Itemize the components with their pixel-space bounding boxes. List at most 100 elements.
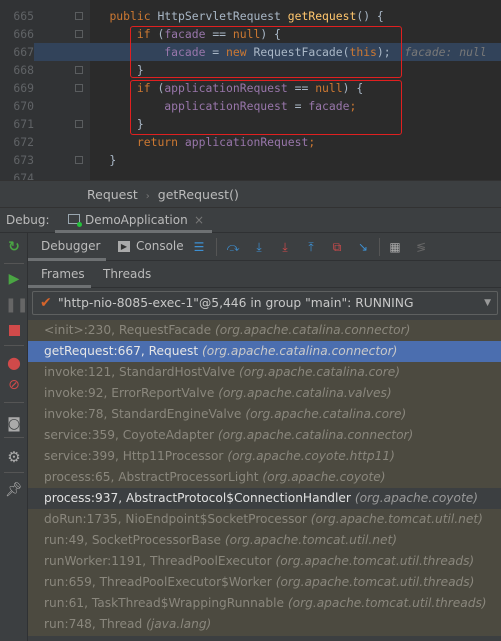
code-line[interactable]: 672 return applicationRequest;: [0, 133, 501, 151]
debug-sidebar: ↻ ▶ ❚❚ ● ⊘ ◙ ⚙ 📌︎: [0, 233, 28, 641]
line-number[interactable]: 674: [0, 169, 34, 180]
chevron-down-icon[interactable]: ▼: [484, 292, 491, 314]
tab-demo-application[interactable]: DemoApplication ×: [55, 208, 212, 233]
line-number[interactable]: 673: [0, 151, 34, 169]
settings-icon[interactable]: ⚙: [5, 448, 23, 466]
layout-icon[interactable]: ☰: [192, 240, 206, 254]
mute-breakpoints-icon[interactable]: ⊘: [5, 376, 23, 394]
tab-frames[interactable]: Frames: [28, 261, 91, 288]
frame-package: (org.apache.catalina.connector): [202, 344, 398, 358]
debug-toolbar: Debugger ▶ Console ☰ ⤼ ⤓ ⤓ ⤒ ⧉ ↘ ▦ ≶: [28, 233, 501, 261]
breadcrumb-class[interactable]: Request: [87, 187, 138, 202]
trace-icon[interactable]: ≶: [414, 240, 428, 254]
stop-icon[interactable]: [5, 322, 23, 340]
frames-list[interactable]: <init>:230, RequestFacade (org.apache.ca…: [28, 320, 501, 636]
evaluate-expression-icon[interactable]: ▦: [388, 240, 402, 254]
code-token: public: [109, 9, 158, 23]
resume-icon[interactable]: ▶: [5, 270, 23, 288]
frame-method: invoke:92, ErrorReportValve: [44, 386, 215, 400]
line-number[interactable]: 669: [0, 79, 34, 97]
line-number[interactable]: 666: [0, 25, 34, 43]
frame-package: (org.apache.coyote): [262, 470, 386, 484]
frame-method: run:659, ThreadPoolExecutor$Worker: [44, 575, 272, 589]
frame-package: (org.apache.catalina.core): [239, 365, 401, 379]
code-line[interactable]: 673 }: [0, 151, 501, 169]
tab-debugger[interactable]: Debugger: [28, 233, 106, 261]
tab-threads[interactable]: Threads: [103, 261, 151, 288]
drop-frame-icon[interactable]: ⧉: [330, 240, 344, 254]
frame-item[interactable]: run:61, TaskThread$WrappingRunnable (org…: [28, 593, 501, 614]
frame-package: (org.apache.tomcat.util.threads): [275, 575, 475, 589]
code-text: return applicationRequest;: [82, 133, 315, 151]
rerun-icon[interactable]: ↻: [5, 238, 23, 256]
highlight-box: [130, 80, 402, 135]
frame-item[interactable]: process:937, AbstractProtocol$Connection…: [28, 488, 501, 509]
pause-icon[interactable]: ❚❚: [5, 296, 28, 314]
view-breakpoints-icon[interactable]: ●: [5, 354, 23, 372]
frame-item[interactable]: service:399, Http11Processor (org.apache…: [28, 446, 501, 467]
line-number[interactable]: 665: [0, 7, 34, 25]
step-over-icon[interactable]: ⤼: [226, 240, 240, 254]
code-line[interactable]: 665 public HttpServletRequest getRequest…: [0, 7, 501, 25]
step-into-icon[interactable]: ⤓: [252, 240, 266, 254]
frame-item[interactable]: run:49, SocketProcessorBase (org.apache.…: [28, 530, 501, 551]
frame-item[interactable]: runWorker:1191, ThreadPoolExecutor (org.…: [28, 551, 501, 572]
frame-package: (org.apache.tomcat.util.net): [310, 512, 483, 526]
frame-item[interactable]: getRequest:667, Request (org.apache.cata…: [28, 341, 501, 362]
frame-package: (java.lang): [146, 617, 212, 631]
frame-item[interactable]: doRun:1735, NioEndpoint$SocketProcessor …: [28, 509, 501, 530]
code-token: return: [136, 135, 185, 149]
debug-header: Debug: DemoApplication ×: [0, 207, 501, 233]
thread-selector[interactable]: ✔ "http-nio-8085-exec-1"@5,446 in group …: [32, 291, 498, 315]
line-number[interactable]: 668: [0, 61, 34, 79]
line-number[interactable]: 670: [0, 97, 34, 115]
tab-console[interactable]: ▶ Console: [118, 233, 184, 261]
run-to-cursor-icon[interactable]: ↘: [356, 240, 370, 254]
frame-package: (org.apache.coyote): [354, 491, 478, 505]
line-number[interactable]: 671: [0, 115, 34, 133]
code-editor[interactable]: 665 public HttpServletRequest getRequest…: [0, 0, 501, 180]
frame-method: process:65, AbstractProcessorLight: [44, 470, 259, 484]
frame-method: run:748, Thread: [44, 617, 143, 631]
frame-item[interactable]: invoke:121, StandardHostValve (org.apach…: [28, 362, 501, 383]
frame-item[interactable]: run:659, ThreadPoolExecutor$Worker (org.…: [28, 572, 501, 593]
line-number[interactable]: 672: [0, 133, 34, 151]
line-number[interactable]: 667: [0, 43, 34, 61]
force-step-into-icon[interactable]: ⤓: [278, 240, 292, 254]
console-icon: ▶: [118, 241, 130, 252]
frame-item[interactable]: process:65, AbstractProcessorLight (org.…: [28, 467, 501, 488]
code-text: }: [82, 151, 116, 169]
running-dot-icon: [77, 222, 82, 227]
frame-method: process:937, AbstractProtocol$Connection…: [44, 491, 351, 505]
frame-item[interactable]: service:359, CoyoteAdapter (org.apache.c…: [28, 425, 501, 446]
step-out-icon[interactable]: ⤒: [304, 240, 318, 254]
frame-method: runWorker:1191, ThreadPoolExecutor: [44, 554, 272, 568]
thread-label: "http-nio-8085-exec-1"@5,446 in group "m…: [58, 296, 414, 310]
frame-package: (org.apache.tomcat.util.threads): [287, 596, 487, 610]
code-token: () {: [356, 9, 384, 23]
breadcrumb: Request › getRequest(): [0, 180, 501, 207]
frame-package: (org.apache.coyote.http11): [227, 449, 395, 463]
frame-package: (org.apache.tomcat.util.net): [224, 533, 398, 547]
frame-package: (org.apache.tomcat.util.threads): [275, 554, 475, 568]
frame-package: (org.apache.catalina.connector): [214, 323, 411, 337]
breadcrumb-method[interactable]: getRequest(): [158, 187, 239, 202]
close-icon[interactable]: ×: [194, 208, 204, 233]
frame-method: service:399, Http11Processor: [44, 449, 224, 463]
frame-package: (org.apache.catalina.connector): [217, 428, 414, 442]
frame-method: service:359, CoyoteAdapter: [44, 428, 215, 442]
pin-icon[interactable]: 📌︎: [5, 481, 23, 499]
frame-item[interactable]: <init>:230, RequestFacade (org.apache.ca…: [28, 320, 501, 341]
camera-icon[interactable]: ◙: [5, 415, 23, 433]
code-token: ;: [308, 135, 316, 149]
inline-value-hint: facade: null: [404, 45, 487, 59]
chevron-right-icon: ›: [145, 191, 150, 202]
code-line[interactable]: 674: [0, 169, 501, 180]
frame-item[interactable]: invoke:92, ErrorReportValve (org.apache.…: [28, 383, 501, 404]
frame-item[interactable]: invoke:78, StandardEngineValve (org.apac…: [28, 404, 501, 425]
frame-item[interactable]: run:748, Thread (java.lang): [28, 614, 501, 635]
